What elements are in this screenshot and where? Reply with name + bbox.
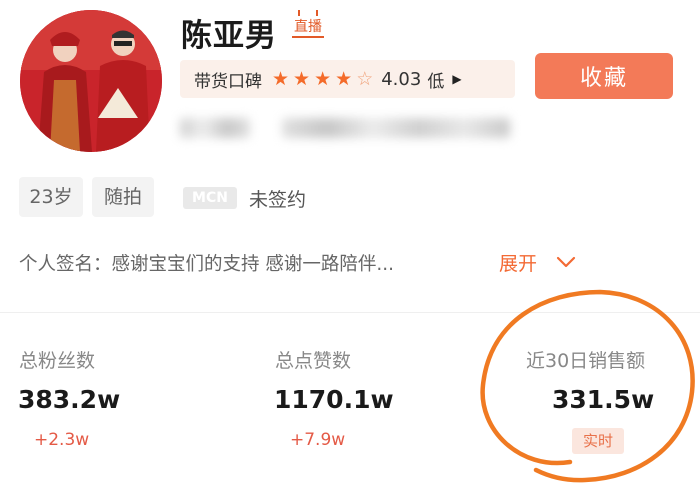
annotation-circle <box>480 289 695 483</box>
